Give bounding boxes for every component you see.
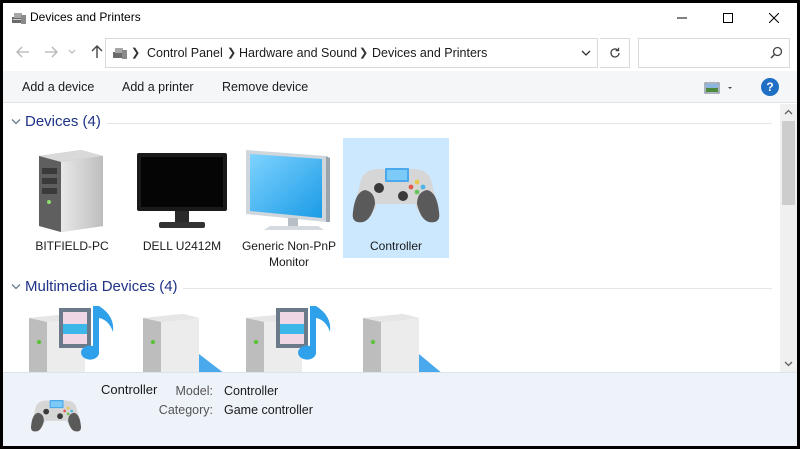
monitor-icon: [246, 150, 330, 230]
arrow-up-icon: [91, 45, 103, 58]
maximize-button[interactable]: [705, 3, 751, 33]
maximize-icon: [723, 13, 733, 23]
details-category-label: Category:: [158, 403, 213, 417]
address-bar[interactable]: ❯ Control Panel ❯ Hardware and Sound ❯ D…: [105, 38, 598, 68]
media-device-icon: [363, 314, 441, 372]
game-controller-icon: [352, 168, 440, 223]
add-device-button[interactable]: Add a device: [22, 80, 94, 94]
scrollbar-thumb[interactable]: [782, 121, 795, 205]
devices-printers-app-icon: [12, 13, 26, 24]
desktop-computer-icon: [39, 150, 103, 232]
device-tile-dell-u2412m[interactable]: DELL U2412M: [129, 138, 235, 258]
breadcrumb-hardware-and-sound[interactable]: Hardware and Sound: [239, 46, 357, 60]
help-button[interactable]: ?: [761, 78, 779, 96]
details-model-value: Controller: [224, 384, 279, 398]
chevron-down-icon: [581, 50, 591, 56]
device-tile-bitfield-pc[interactable]: BITFIELD-PC: [19, 138, 125, 258]
change-view-button[interactable]: [704, 80, 734, 96]
chevron-right-icon: ❯: [227, 47, 237, 59]
media-server-icon: [29, 306, 114, 372]
media-server-icon: [246, 306, 331, 372]
breadcrumb-devices-and-printers[interactable]: Devices and Printers: [372, 46, 487, 60]
refresh-button[interactable]: [600, 38, 630, 68]
group-title: Multimedia Devices (4): [25, 278, 178, 295]
search-icon: [770, 46, 783, 59]
chevron-down-icon: [11, 119, 21, 125]
group-divider: [107, 123, 772, 124]
refresh-icon: [609, 47, 620, 58]
chevron-right-icon: ❯: [359, 47, 369, 59]
multimedia-tile-2[interactable]: [129, 300, 235, 372]
media-device-icon: [143, 314, 223, 372]
multimedia-tile-3[interactable]: [236, 300, 342, 372]
chevron-down-icon: [68, 49, 76, 54]
up-button[interactable]: [87, 42, 107, 62]
remove-device-button[interactable]: Remove device: [222, 80, 308, 94]
details-pane: Controller Model: Controller Category: G…: [3, 372, 797, 446]
device-label: Controller: [369, 239, 423, 253]
breadcrumb-control-panel[interactable]: Control Panel: [147, 46, 223, 60]
window-title: Devices and Printers: [30, 10, 141, 24]
device-list: Devices (4) BITFIELD-PC DELL U2412M Gene…: [3, 104, 780, 372]
minimize-button[interactable]: [659, 3, 705, 33]
device-label: Generic Non-PnP Monitor: [241, 239, 337, 269]
minimize-icon: [677, 17, 687, 19]
scroll-down-arrow-icon[interactable]: [784, 359, 793, 368]
device-label: DELL U2412M: [142, 239, 222, 253]
group-divider: [183, 288, 772, 289]
group-header-devices[interactable]: Devices (4): [3, 113, 780, 133]
arrow-right-icon: [45, 46, 58, 58]
chevron-right-icon: ❯: [131, 47, 141, 59]
multimedia-tile-4[interactable]: [343, 300, 449, 372]
device-tile-generic-monitor[interactable]: Generic Non-PnP Monitor: [236, 138, 342, 269]
recent-locations-button[interactable]: [65, 42, 79, 62]
back-button[interactable]: [13, 42, 33, 62]
search-box[interactable]: [638, 38, 790, 68]
address-row: ❯ Control Panel ❯ Hardware and Sound ❯ D…: [3, 34, 797, 70]
close-icon: [769, 13, 779, 23]
monitor-icon: [137, 153, 227, 228]
multimedia-tile-1[interactable]: [19, 300, 125, 372]
search-input[interactable]: [639, 39, 763, 67]
game-controller-icon: [30, 400, 82, 432]
arrow-left-icon: [16, 46, 29, 58]
chevron-down-icon: [11, 284, 21, 290]
address-dropdown-button[interactable]: [576, 45, 596, 61]
device-tile-controller[interactable]: Controller: [343, 138, 449, 258]
view-options-icon: [704, 82, 732, 94]
group-title: Devices (4): [25, 113, 101, 130]
add-printer-button[interactable]: Add a printer: [122, 80, 194, 94]
control-panel-icon: [113, 48, 127, 59]
details-model-label: Model:: [175, 384, 213, 398]
title-bar: Devices and Printers: [3, 3, 797, 33]
command-bar: Add a device Add a printer Remove device…: [3, 71, 797, 103]
scroll-up-arrow-icon[interactable]: [784, 108, 793, 117]
close-button[interactable]: [751, 3, 797, 33]
group-header-multimedia-devices[interactable]: Multimedia Devices (4): [3, 278, 780, 298]
forward-button[interactable]: [41, 42, 61, 62]
device-label: BITFIELD-PC: [35, 239, 109, 253]
details-category-value: Game controller: [224, 403, 313, 417]
vertical-scrollbar[interactable]: [780, 104, 797, 372]
devices-and-printers-window: Devices and Printers ❯ Control Panel ❯ H…: [3, 3, 797, 446]
